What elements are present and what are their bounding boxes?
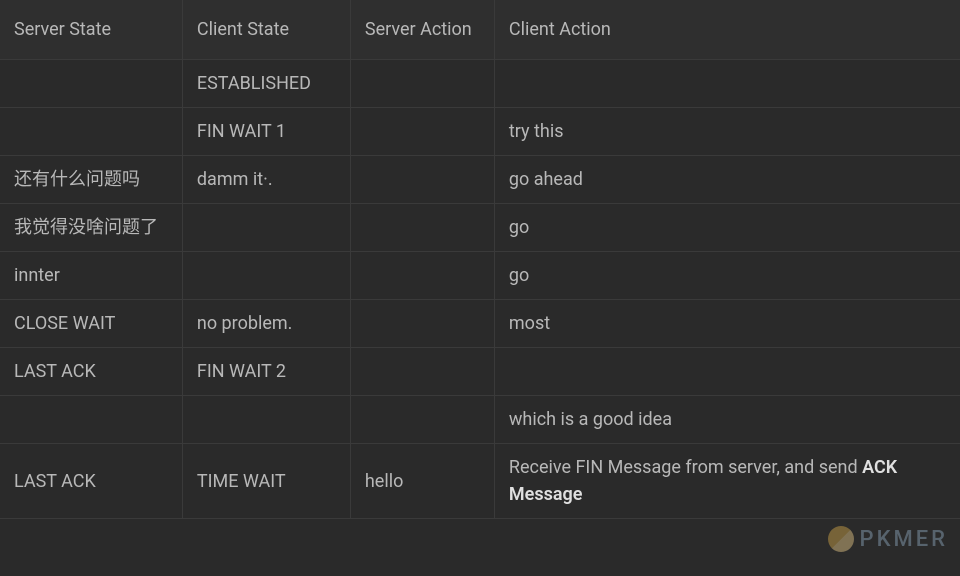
- table-row: LAST ACKFIN WAIT 2: [0, 348, 960, 396]
- table-cell: [182, 204, 350, 252]
- table-cell: [182, 252, 350, 300]
- table-cell: [350, 252, 494, 300]
- table-cell: FIN WAIT 2: [182, 348, 350, 396]
- watermark: PKMER: [828, 526, 948, 552]
- table-cell: 还有什么问题吗: [0, 156, 182, 204]
- table-cell: go: [494, 252, 960, 300]
- table-cell: Receive FIN Message from server, and sen…: [494, 444, 960, 519]
- table-body: ESTABLISHEDFIN WAIT 1try this还有什么问题吗damm…: [0, 60, 960, 519]
- table-cell: LAST ACK: [0, 348, 182, 396]
- table-cell: LAST ACK: [0, 444, 182, 519]
- table-cell: innter: [0, 252, 182, 300]
- table-cell: damm it·.: [182, 156, 350, 204]
- table-cell: [494, 60, 960, 108]
- table-row: 还有什么问题吗damm it·. go ahead: [0, 156, 960, 204]
- table-row: innter go: [0, 252, 960, 300]
- table-header: Server State Client State Server Action …: [0, 0, 960, 60]
- table-cell: [0, 60, 182, 108]
- table-cell: no problem.: [182, 300, 350, 348]
- table-cell: TIME WAIT: [182, 444, 350, 519]
- header-client-state: Client State: [182, 0, 350, 60]
- table-cell: [350, 396, 494, 444]
- table-cell: [182, 396, 350, 444]
- header-server-state: Server State: [0, 0, 182, 60]
- table-cell: [350, 348, 494, 396]
- table-cell: ESTABLISHED: [182, 60, 350, 108]
- watermark-text: PKMER: [860, 527, 948, 552]
- table-cell: [0, 108, 182, 156]
- table-cell: go: [494, 204, 960, 252]
- table-cell: [350, 156, 494, 204]
- table-cell: [350, 60, 494, 108]
- table-cell: hello: [350, 444, 494, 519]
- table-cell: go ahead: [494, 156, 960, 204]
- table-cell: [350, 108, 494, 156]
- table-cell: [350, 300, 494, 348]
- table-row: FIN WAIT 1 try this: [0, 108, 960, 156]
- tcp-state-table: Server State Client State Server Action …: [0, 0, 960, 519]
- table-row: ESTABLISHED: [0, 60, 960, 108]
- header-client-action: Client Action: [494, 0, 960, 60]
- header-server-action: Server Action: [350, 0, 494, 60]
- watermark-icon: [828, 526, 854, 552]
- table-cell: which is a good idea: [494, 396, 960, 444]
- table-cell: 我觉得没啥问题了: [0, 204, 182, 252]
- table-cell: try this: [494, 108, 960, 156]
- table-cell: [350, 204, 494, 252]
- table-row: CLOSE WAITno problem. most: [0, 300, 960, 348]
- table-cell: FIN WAIT 1: [182, 108, 350, 156]
- table-cell: most: [494, 300, 960, 348]
- table-cell: CLOSE WAIT: [0, 300, 182, 348]
- table-row: 我觉得没啥问题了 go: [0, 204, 960, 252]
- table-cell: [0, 396, 182, 444]
- table-row: which is a good idea: [0, 396, 960, 444]
- table-cell: [494, 348, 960, 396]
- table-row: LAST ACKTIME WAIThelloReceive FIN Messag…: [0, 444, 960, 519]
